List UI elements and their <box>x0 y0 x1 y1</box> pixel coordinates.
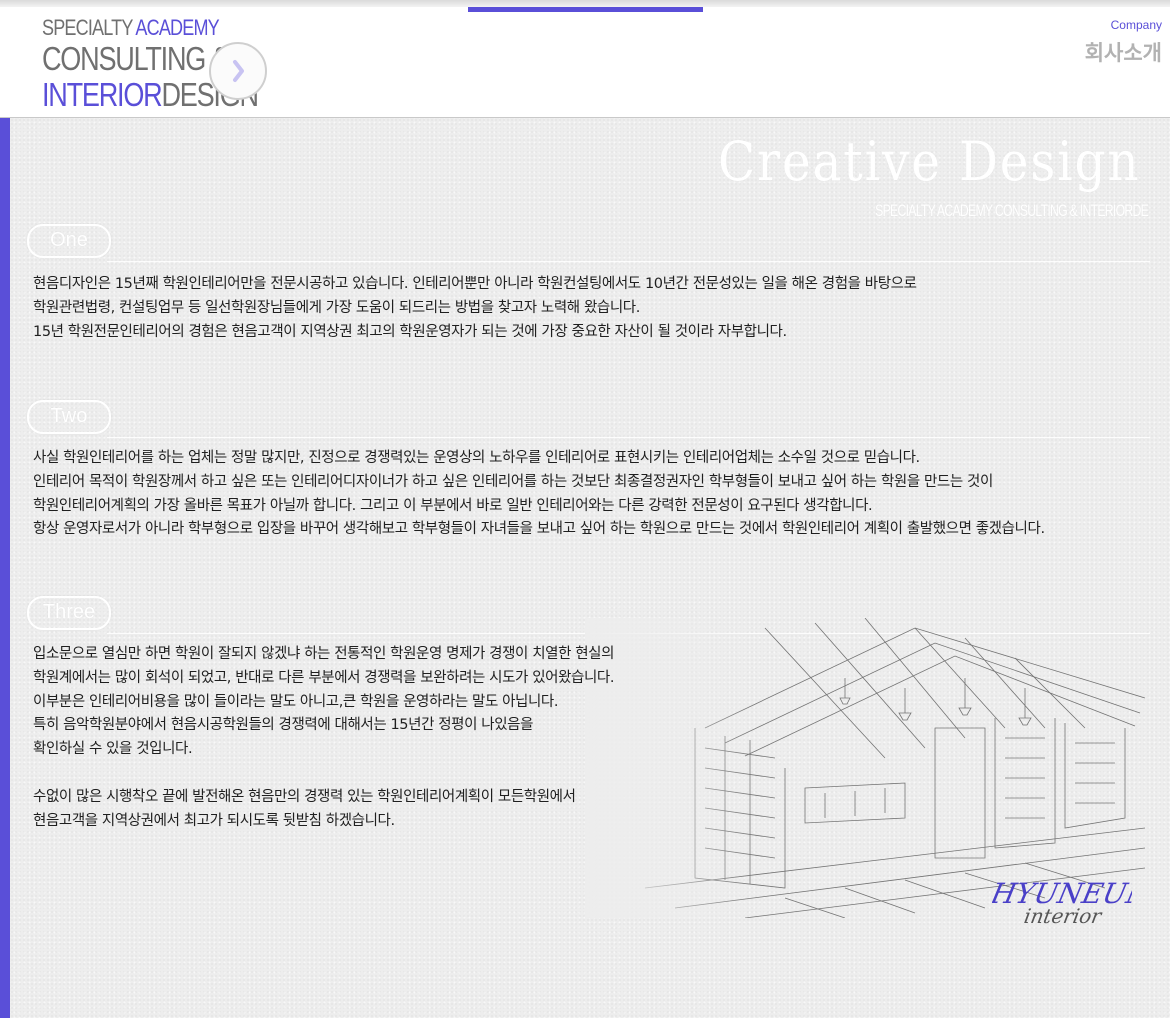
section-divider <box>107 437 1150 438</box>
paragraph-line: 이부분은 인테리어비용을 많이 들이라는 말도 아니고,큰 학원을 운영하라는 … <box>33 693 559 710</box>
paragraph-line: 현음디자인은 15년째 학원인테리어만을 전문시공하고 있습니다. 인테리어뿐만… <box>33 276 917 292</box>
side-accent-bar <box>0 118 10 1018</box>
section-label-one: One <box>27 224 111 258</box>
logo-line1: SPECIALTY ACADEMY <box>42 15 258 41</box>
next-button[interactable] <box>209 42 267 100</box>
section-label-text: Two <box>50 405 88 427</box>
section-one-text: 현음디자인은 15년째 학원인테리어만을 전문시공하고 있습니다. 인테리어뿐만… <box>33 273 917 344</box>
paragraph-line: 항상 운영자로서가 아니라 학부형으로 입장을 바꾸어 생각해보고 학부형들이 … <box>33 521 1045 538</box>
section-three-text: 입소문으로 열심만 하면 학원이 잘되지 않겠냐 하는 전통적인 학원운영 명제… <box>33 643 614 834</box>
signature-line2: interior <box>1022 904 1104 928</box>
logo-word-academy: ACADEMY <box>135 15 219 40</box>
main-content: Creative Design SPECIALTY ACADEMY CONSUL… <box>10 118 1170 1018</box>
paragraph-line: 확인하실 수 있을 것입니다. <box>33 741 193 758</box>
paragraph-line: 학원관련법령, 컨설팅업무 등 일선학원장님들에게 가장 도움이 되드리는 방법… <box>33 299 640 316</box>
paragraph-line: 학원계에서는 많이 회석이 되었고, 반대로 다른 부분에서 경쟁력을 보완하려… <box>33 669 615 686</box>
section-divider <box>107 261 1150 262</box>
nav-active-indicator <box>468 7 703 12</box>
section-label-text: One <box>50 229 88 251</box>
logo-word-specialty: SPECIALTY <box>42 15 133 40</box>
paragraph-line: 인테리어 목적이 학원장께서 하고 싶은 또는 인테리어디자이너가 하고 싶은 … <box>33 473 993 490</box>
hero-subtitle: SPECIALTY ACADEMY CONSULTING & INTERIORD… <box>875 201 1149 220</box>
paragraph-line: 현음고객을 지역상권에서 최고가 되시도록 뒷받침 하겠습니다. <box>33 812 395 829</box>
header: SPECIALTY ACADEMY CONSULTING & INTERIORD… <box>0 7 1170 119</box>
chevron-right-icon <box>233 60 244 82</box>
hero-title: Creative Design <box>717 130 1140 193</box>
section-label-three: Three <box>27 596 111 630</box>
top-rule <box>0 0 1170 7</box>
section-two-text: 사실 학원인테리어를 하는 업체는 정말 많지만, 진정으로 경쟁력있는 운영상… <box>33 447 1045 542</box>
logo-word-interior: INTERIOR <box>42 76 163 113</box>
paragraph-line: 15년 학원전문인테리어의 경험은 현음고객이 지역상권 최고의 학원운영자가 … <box>33 323 787 340</box>
company-label-ko: 회사소개 <box>1084 41 1162 65</box>
company-label-en[interactable]: Company <box>1111 18 1162 32</box>
paragraph-line: 수없이 많은 시행착오 끝에 발전해온 현음만의 경쟁력 있는 학원인테리어계획… <box>33 788 576 805</box>
paragraph-line: 학원인테리어계획의 가장 올바른 목표가 아닐까 합니다. 그리고 이 부분에서… <box>33 497 873 514</box>
paragraph-line: 사실 학원인테리어를 하는 업체는 정말 많지만, 진정으로 경쟁력있는 운영상… <box>33 450 920 466</box>
paragraph-line: 특히 음악학원분야에서 현음시공학원들의 경쟁력에 대해서는 15년간 정평이 … <box>33 717 534 734</box>
section-label-text: Three <box>42 601 96 623</box>
section-label-two: Two <box>27 400 111 434</box>
paragraph-line: 입소문으로 열심만 하면 학원이 잘되지 않겠냐 하는 전통적인 학원운영 명제… <box>33 646 615 662</box>
hyuneum-signature-logo: HYUNEUM interior <box>992 877 1132 928</box>
